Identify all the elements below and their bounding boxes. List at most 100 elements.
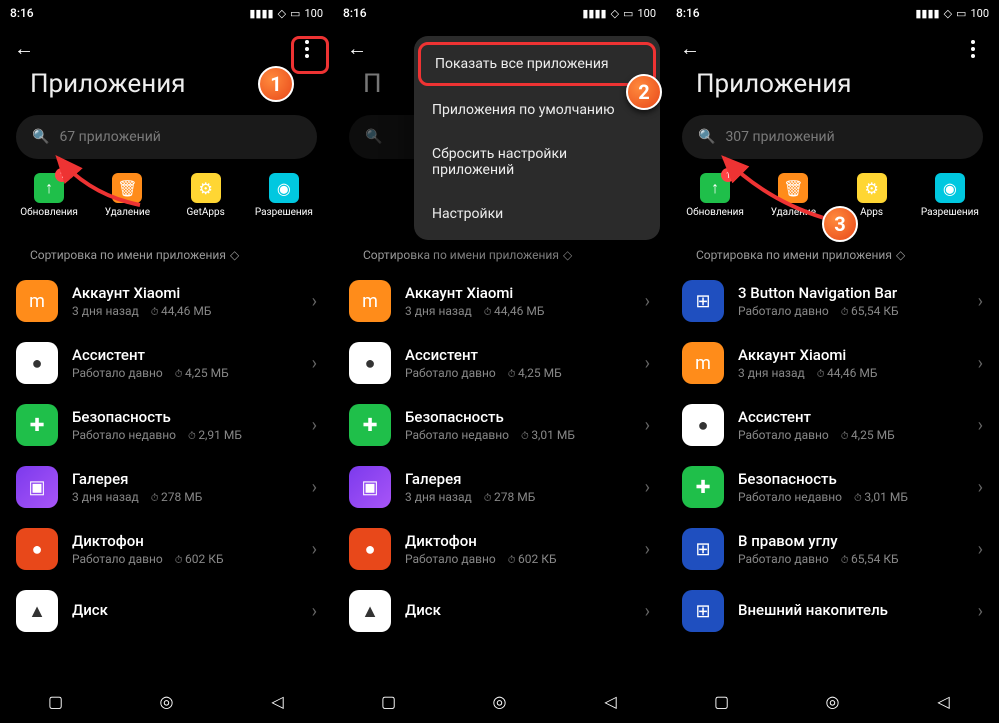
app-text: Внешний накопитель: [738, 601, 964, 621]
app-name: Аккаунт Xiaomi: [405, 284, 631, 302]
app-text: БезопасностьРаботало недавно3,01 МБ: [405, 408, 631, 442]
quick-getapps[interactable]: ⚙ GetApps: [167, 173, 245, 218]
phone-screen-1: 8:16 ▮▮▮▮ ◇ ▭ 100 ← Приложения 🔍 67 прил…: [0, 0, 333, 723]
chevron-right-icon: ›: [978, 477, 983, 498]
app-row[interactable]: ⊞Внешний накопитель›: [666, 580, 999, 642]
clock: 8:16: [676, 6, 700, 20]
menu-default-apps[interactable]: Приложения по умолчанию: [414, 88, 660, 132]
quick-updates[interactable]: ↑1 Обновления: [676, 173, 754, 218]
app-text: Диск: [405, 601, 631, 621]
quick-getapps[interactable]: ⚙ GetApps Apps: [833, 173, 911, 218]
back-button[interactable]: ←: [347, 36, 367, 61]
wifi-icon: ◇: [278, 7, 286, 20]
app-row[interactable]: ▲Диск›: [333, 580, 666, 642]
nav-home[interactable]: ◎: [157, 691, 177, 711]
app-meta: Работало давно4,25 МБ: [405, 366, 631, 380]
quick-uninstall[interactable]: 🗑 Удаление: [754, 173, 832, 218]
sort-header[interactable]: Сортировка по имени приложения◇: [0, 228, 333, 270]
app-row[interactable]: ●ДиктофонРаботало давно602 КБ›: [0, 518, 333, 580]
more-menu-button[interactable]: [295, 37, 319, 61]
search-input[interactable]: 🔍 307 приложений: [682, 115, 983, 159]
updates-badge: 1: [55, 168, 69, 182]
chevron-right-icon: ›: [978, 601, 983, 622]
app-row[interactable]: ✚БезопасностьРаботало недавно3,01 МБ›: [333, 394, 666, 456]
app-row[interactable]: mАккаунт Xiaomi3 дня назад44,46 МБ›: [666, 332, 999, 394]
chevron-right-icon: ›: [645, 291, 650, 312]
battery-icon: ▭: [623, 7, 633, 20]
quick-permissions[interactable]: ◉ Разрешения: [245, 173, 323, 218]
chevron-right-icon: ›: [312, 601, 317, 622]
app-row[interactable]: ●АссистентРаботало давно4,25 МБ›: [0, 332, 333, 394]
chevron-right-icon: ›: [978, 415, 983, 436]
app-icon: ✚: [349, 404, 391, 446]
nav-recents[interactable]: ▢: [379, 691, 399, 711]
back-button[interactable]: ←: [680, 36, 700, 61]
chevron-right-icon: ›: [978, 291, 983, 312]
status-icons: ▮▮▮▮ ◇ ▭ 100: [249, 7, 323, 20]
app-name: Диктофон: [405, 532, 631, 550]
app-name: Диск: [72, 601, 298, 619]
app-row[interactable]: ▣Галерея3 дня назад278 МБ›: [0, 456, 333, 518]
search-input[interactable]: 🔍 67 приложений: [16, 115, 317, 159]
nav-bar: ▢ ◎ ◁: [0, 679, 333, 723]
app-row[interactable]: ●АссистентРаботало давно4,25 МБ›: [333, 332, 666, 394]
nav-recents[interactable]: ▢: [712, 691, 732, 711]
clock: 8:16: [10, 6, 34, 20]
app-text: Аккаунт Xiaomi3 дня назад44,46 МБ: [738, 346, 964, 380]
quick-permissions[interactable]: ◉ Разрешения: [911, 173, 989, 218]
nav-home[interactable]: ◎: [823, 691, 843, 711]
app-text: Галерея3 дня назад278 МБ: [405, 470, 631, 504]
more-menu-button[interactable]: [961, 37, 985, 61]
overflow-menu: Показать все приложения Приложения по ум…: [414, 36, 660, 240]
app-row[interactable]: ▣Галерея3 дня назад278 МБ›: [333, 456, 666, 518]
app-row[interactable]: ●АссистентРаботало давно4,25 МБ›: [666, 394, 999, 456]
app-row[interactable]: ✚БезопасностьРаботало недавно2,91 МБ›: [0, 394, 333, 456]
app-name: Внешний накопитель: [738, 601, 964, 619]
app-meta: 3 дня назад44,46 МБ: [405, 304, 631, 318]
menu-show-all-apps[interactable]: Показать все приложения: [418, 42, 656, 86]
nav-back[interactable]: ◁: [601, 691, 621, 711]
signal-icon: ▮▮▮▮: [582, 7, 606, 20]
chevron-right-icon: ›: [312, 415, 317, 436]
nav-back[interactable]: ◁: [934, 691, 954, 711]
updates-icon: ↑1: [700, 173, 730, 203]
app-icon: ✚: [682, 466, 724, 508]
app-row[interactable]: ✚БезопасностьРаботало недавно3,01 МБ›: [666, 456, 999, 518]
app-name: Ассистент: [72, 346, 298, 364]
back-button[interactable]: ←: [14, 36, 34, 61]
sort-header[interactable]: Сортировка по имени приложения◇: [666, 228, 999, 270]
search-icon: 🔍: [365, 129, 382, 145]
app-row[interactable]: ▲Диск›: [0, 580, 333, 642]
chevron-right-icon: ›: [978, 353, 983, 374]
app-icon: ▣: [349, 466, 391, 508]
app-row[interactable]: m Аккаунт Xiaomi 3 дня назад44,46 МБ ›: [333, 270, 666, 332]
app-icon: m: [349, 280, 391, 322]
menu-settings[interactable]: Настройки: [414, 192, 660, 236]
app-name: Аккаунт Xiaomi: [72, 284, 298, 302]
getapps-icon: ⚙: [857, 173, 887, 203]
app-row[interactable]: ⊞3 Button Navigation BarРаботало давно65…: [666, 270, 999, 332]
chevron-right-icon: ›: [645, 539, 650, 560]
app-meta: 3 дня назад44,46 МБ: [738, 366, 964, 380]
phone-screen-2: 8:16 ▮▮▮▮ ◇ ▭ 100 ← П 🔍 ↑ Обновления Обн…: [333, 0, 666, 723]
app-meta: 3 дня назад278 МБ: [72, 490, 298, 504]
app-meta: Работало недавно3,01 МБ: [738, 490, 964, 504]
app-name: Диктофон: [72, 532, 298, 550]
chevron-right-icon: ›: [312, 353, 317, 374]
quick-uninstall[interactable]: 🗑 Удаление: [88, 173, 166, 218]
status-icons: ▮▮▮▮ ◇ ▭ 100: [582, 7, 656, 20]
nav-recents[interactable]: ▢: [46, 691, 66, 711]
app-row[interactable]: ●ДиктофонРаботало давно602 КБ›: [333, 518, 666, 580]
menu-reset-app-prefs[interactable]: Сбросить настройки приложений: [414, 132, 660, 192]
nav-home[interactable]: ◎: [490, 691, 510, 711]
nav-back[interactable]: ◁: [268, 691, 288, 711]
quick-updates[interactable]: ↑1 Обновления: [10, 173, 88, 218]
permissions-icon: ◉: [269, 173, 299, 203]
app-text: АссистентРаботало давно4,25 МБ: [738, 408, 964, 442]
app-icon: ●: [16, 342, 58, 384]
sort-icon: ◇: [230, 248, 239, 262]
signal-icon: ▮▮▮▮: [249, 7, 273, 20]
app-list: m Аккаунт Xiaomi 3 дня назад44,46 МБ › ●Асси…: [333, 270, 666, 642]
app-row[interactable]: ⊞В правом углуРаботало давно65,54 КБ›: [666, 518, 999, 580]
app-row[interactable]: mАккаунт Xiaomi3 дня назад44,46 МБ›: [0, 270, 333, 332]
